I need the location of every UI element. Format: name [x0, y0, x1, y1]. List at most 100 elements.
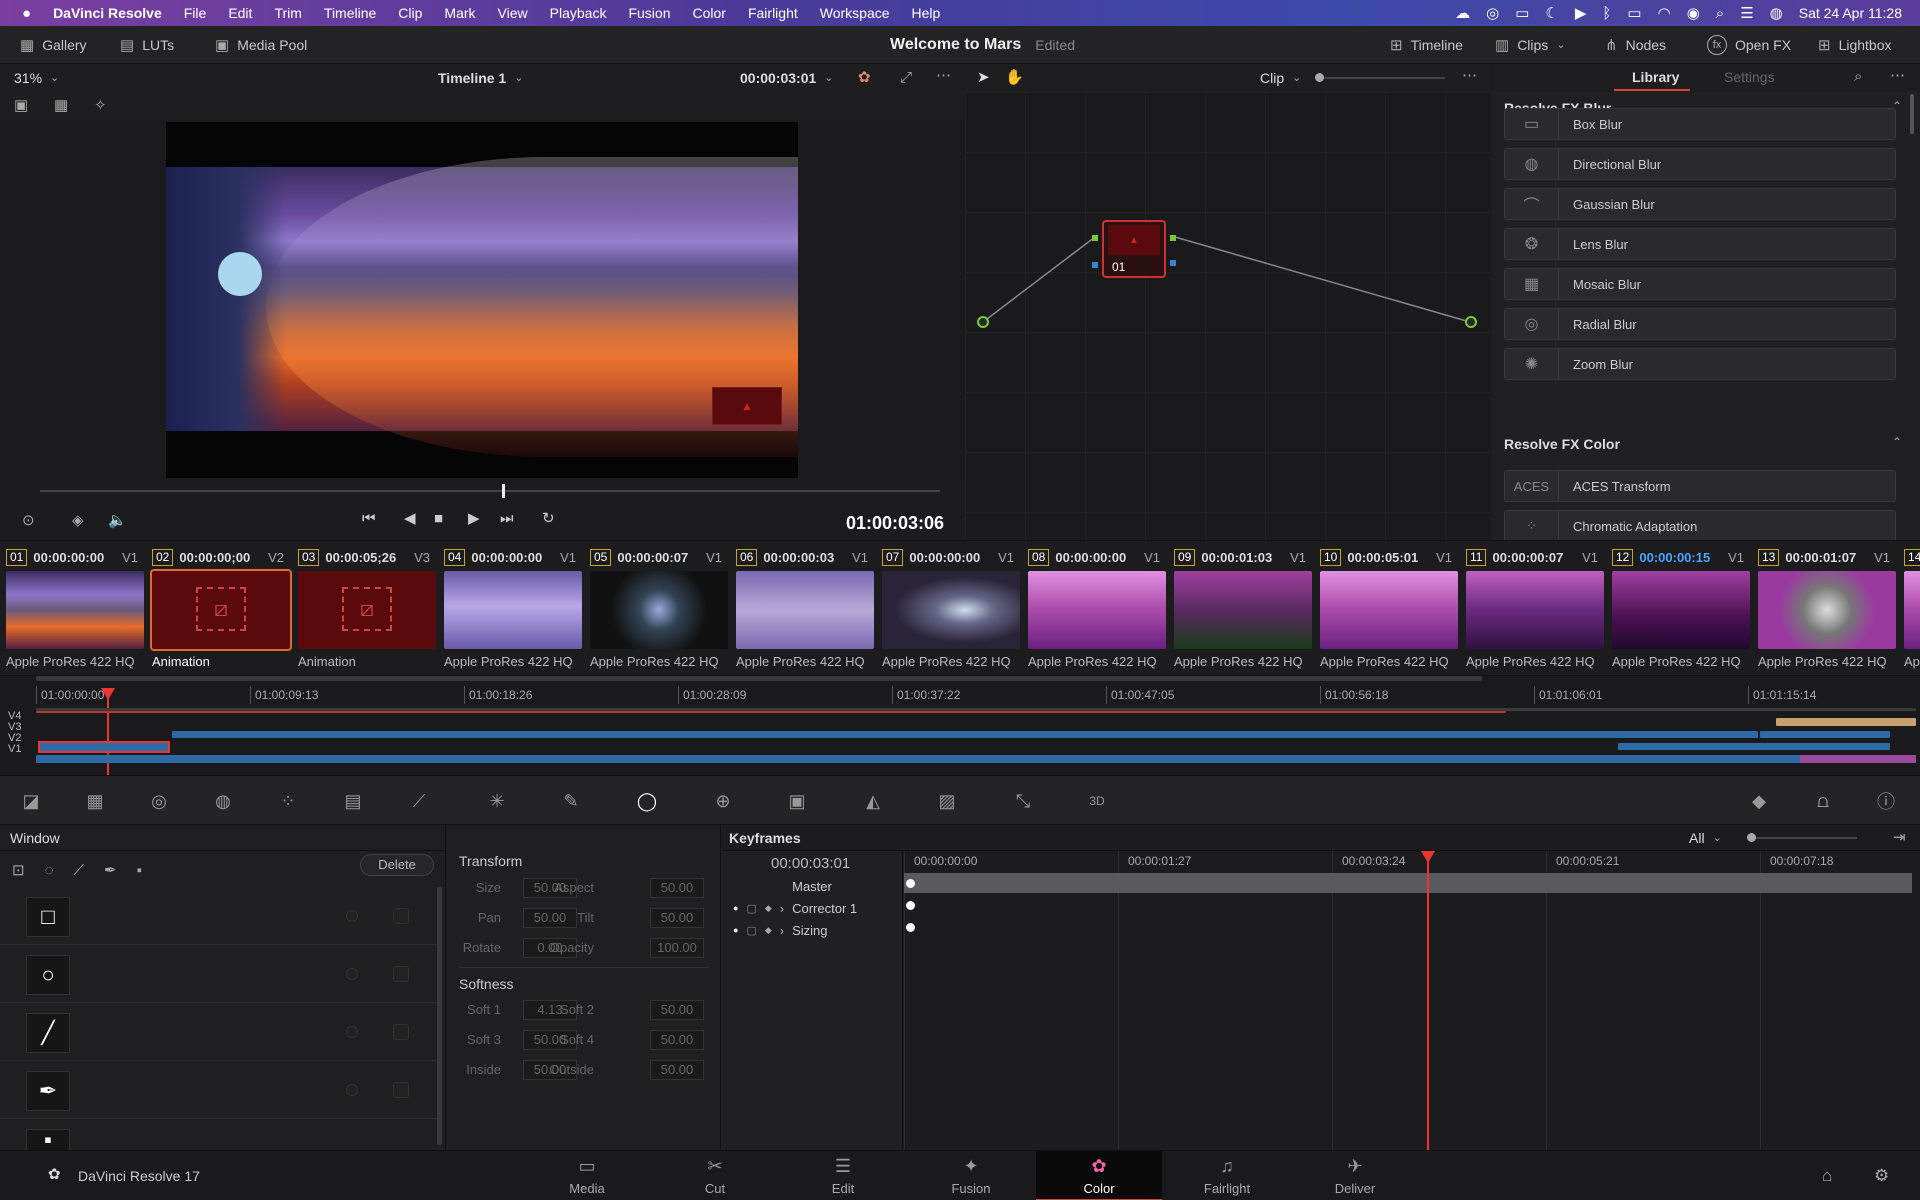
- page-color[interactable]: ✿ Color: [1036, 1151, 1162, 1200]
- node-rgb-input[interactable]: [1092, 235, 1098, 241]
- window-invert[interactable]: [393, 1082, 409, 1098]
- window-icon[interactable]: ◯: [634, 788, 660, 814]
- volume-icon[interactable]: 🔈: [108, 513, 127, 528]
- menu-color[interactable]: Color: [692, 5, 725, 21]
- menu-view[interactable]: View: [498, 5, 528, 21]
- play-reverse-icon[interactable]: ◀: [404, 511, 416, 526]
- color-category-header[interactable]: Resolve FX Color: [1504, 436, 1620, 452]
- window-invert[interactable]: [393, 966, 409, 982]
- square-window-icon[interactable]: □: [26, 897, 70, 937]
- window-toggle[interactable]: [346, 1026, 358, 1038]
- 3d-icon[interactable]: 3D: [1084, 788, 1110, 814]
- bluetooth-icon[interactable]: ᛒ: [1602, 6, 1611, 21]
- viewer-frame[interactable]: ▲: [166, 122, 798, 478]
- node-graph[interactable]: ▲ 01: [965, 92, 1490, 540]
- cloud-icon[interactable]: ☁: [1455, 6, 1470, 21]
- field-value[interactable]: 100.00: [650, 938, 704, 958]
- page-fusion[interactable]: ✦ Fusion: [908, 1151, 1034, 1200]
- clip-06[interactable]: 06 00:00:00:03 V1 Apple ProRes 422 HQ: [730, 541, 876, 676]
- menu-fusion[interactable]: Fusion: [628, 5, 670, 21]
- clip-thumbnail[interactable]: [1904, 571, 1920, 649]
- sizing-icon[interactable]: ⤡: [1010, 788, 1036, 814]
- window-row-square[interactable]: □: [0, 887, 437, 945]
- window-toggle[interactable]: [346, 1084, 358, 1096]
- timeline-clip-bar[interactable]: [1760, 731, 1890, 738]
- skip-end-icon[interactable]: ⏭: [500, 511, 514, 526]
- clip-thumbnail[interactable]: [882, 571, 1020, 649]
- window-row-pen[interactable]: ✒: [0, 1061, 437, 1119]
- menu-workspace[interactable]: Workspace: [820, 5, 890, 21]
- add-line-icon[interactable]: ⟋: [74, 863, 85, 878]
- page-deliver[interactable]: ✈ Deliver: [1292, 1151, 1418, 1200]
- clip-thumbnail[interactable]: ⧄: [150, 569, 292, 651]
- siri-icon[interactable]: ◍: [1770, 6, 1783, 21]
- tab-settings[interactable]: Settings: [1724, 69, 1775, 85]
- moon-icon[interactable]: ☾: [1545, 6, 1558, 21]
- clip-01[interactable]: 01 00:00:00:00 V1 Apple ProRes 422 HQ: [0, 541, 146, 676]
- clip-14[interactable]: 14 Ap: [1898, 541, 1920, 676]
- keyframe-diamond-icon[interactable]: ◆: [765, 925, 772, 936]
- expand-icon[interactable]: ⇥: [1893, 830, 1906, 845]
- gradient-window-icon[interactable]: ▪: [26, 1127, 70, 1152]
- fx-item-gaussian-blur[interactable]: ⌒ Gaussian Blur: [1504, 188, 1896, 220]
- expand-chevron-icon[interactable]: ›: [780, 923, 784, 938]
- openfx-button[interactable]: fx Open FX: [1707, 26, 1791, 64]
- timeline-clip-bar[interactable]: [36, 755, 1916, 763]
- clip-thumbnail[interactable]: [1466, 571, 1604, 649]
- gallery-button[interactable]: ▦ Gallery: [20, 26, 87, 64]
- display-icon[interactable]: ▭: [1515, 6, 1529, 21]
- clip-04[interactable]: 04 00:00:00:00 V1 Apple ProRes 422 HQ: [438, 541, 584, 676]
- stop-icon[interactable]: ■: [434, 511, 443, 526]
- hdr-icon[interactable]: ◍: [210, 788, 236, 814]
- menu-fairlight[interactable]: Fairlight: [748, 5, 798, 21]
- window-row-line[interactable]: ╱: [0, 1003, 437, 1061]
- more-icon[interactable]: ⋯: [1890, 68, 1905, 83]
- clip-thumbnail[interactable]: [1174, 571, 1312, 649]
- fullscreen-icon[interactable]: ⤢: [900, 70, 912, 85]
- more-icon[interactable]: ⋯: [936, 68, 951, 83]
- keyframe-playhead-marker[interactable]: [1421, 851, 1435, 863]
- playhead-marker[interactable]: [101, 688, 115, 700]
- single-view-icon[interactable]: ▣: [14, 98, 28, 113]
- color-match-icon[interactable]: ▦: [82, 788, 108, 814]
- clip-thumbnail[interactable]: ⧄: [298, 571, 436, 649]
- node-key-input[interactable]: [1092, 262, 1098, 268]
- user-icon[interactable]: ◉: [1687, 6, 1700, 21]
- menu-edit[interactable]: Edit: [228, 5, 252, 21]
- home-icon[interactable]: ⌂: [1822, 1167, 1832, 1184]
- keyframe-zoom-slider[interactable]: [1747, 833, 1857, 842]
- track-label-v1[interactable]: V1: [8, 743, 21, 755]
- selected-clip-outline[interactable]: [38, 741, 170, 753]
- clip-02[interactable]: 02 00:00:00;00 V2 ⧄ Animation: [146, 541, 292, 676]
- creative-cloud-icon[interactable]: ◎: [1486, 6, 1499, 21]
- field-value[interactable]: 50.00: [650, 908, 704, 928]
- field-value[interactable]: 50.00: [650, 878, 704, 898]
- timeline-ruler[interactable]: 01:00:00:00 01:00:09:13 01:00:18:26 01:00:2…: [36, 686, 1916, 704]
- luts-button[interactable]: ▤ LUTs: [120, 26, 174, 64]
- menu-mark[interactable]: Mark: [444, 5, 475, 21]
- fx-item-chromatic-adaptation[interactable]: ⁘ Chromatic Adaptation: [1504, 510, 1896, 540]
- qualifier-icon[interactable]: ✎: [558, 788, 584, 814]
- battery-icon[interactable]: ▭: [1627, 6, 1641, 21]
- page-media[interactable]: ▭ Media: [524, 1151, 650, 1200]
- control-center-icon[interactable]: ☰: [1740, 6, 1753, 21]
- clip-13[interactable]: 13 00:00:01:07 V1 Apple ProRes 422 HQ: [1752, 541, 1898, 676]
- blur-icon[interactable]: ◭: [860, 788, 886, 814]
- input-port[interactable]: [977, 316, 989, 328]
- delete-button[interactable]: Delete: [360, 854, 434, 876]
- camera-raw-icon[interactable]: ◪: [18, 788, 44, 814]
- field-value[interactable]: 50.00: [650, 1060, 704, 1080]
- viewer-mode-icon[interactable]: ⊙: [22, 513, 35, 528]
- keyframe-row-sizing[interactable]: ● ▢ ◆ › Sizing: [721, 917, 903, 943]
- visibility-icon[interactable]: ●: [733, 903, 738, 913]
- window-toggle[interactable]: [346, 910, 358, 922]
- timeline-button[interactable]: ⊞ Timeline: [1390, 26, 1463, 64]
- menu-app-name[interactable]: DaVinci Resolve: [53, 5, 162, 21]
- gear-icon[interactable]: ⚙: [1874, 1167, 1889, 1184]
- timeline-clip-bar[interactable]: [1776, 718, 1916, 726]
- timeline-clip-bar[interactable]: [1800, 755, 1916, 763]
- clip-thumbnail[interactable]: [736, 571, 874, 649]
- zoom-slider-knob[interactable]: [1315, 73, 1324, 82]
- clip-12[interactable]: 12 00:00:00:15 V1 Apple ProRes 422 HQ: [1606, 541, 1752, 676]
- tab-library[interactable]: Library: [1632, 69, 1679, 85]
